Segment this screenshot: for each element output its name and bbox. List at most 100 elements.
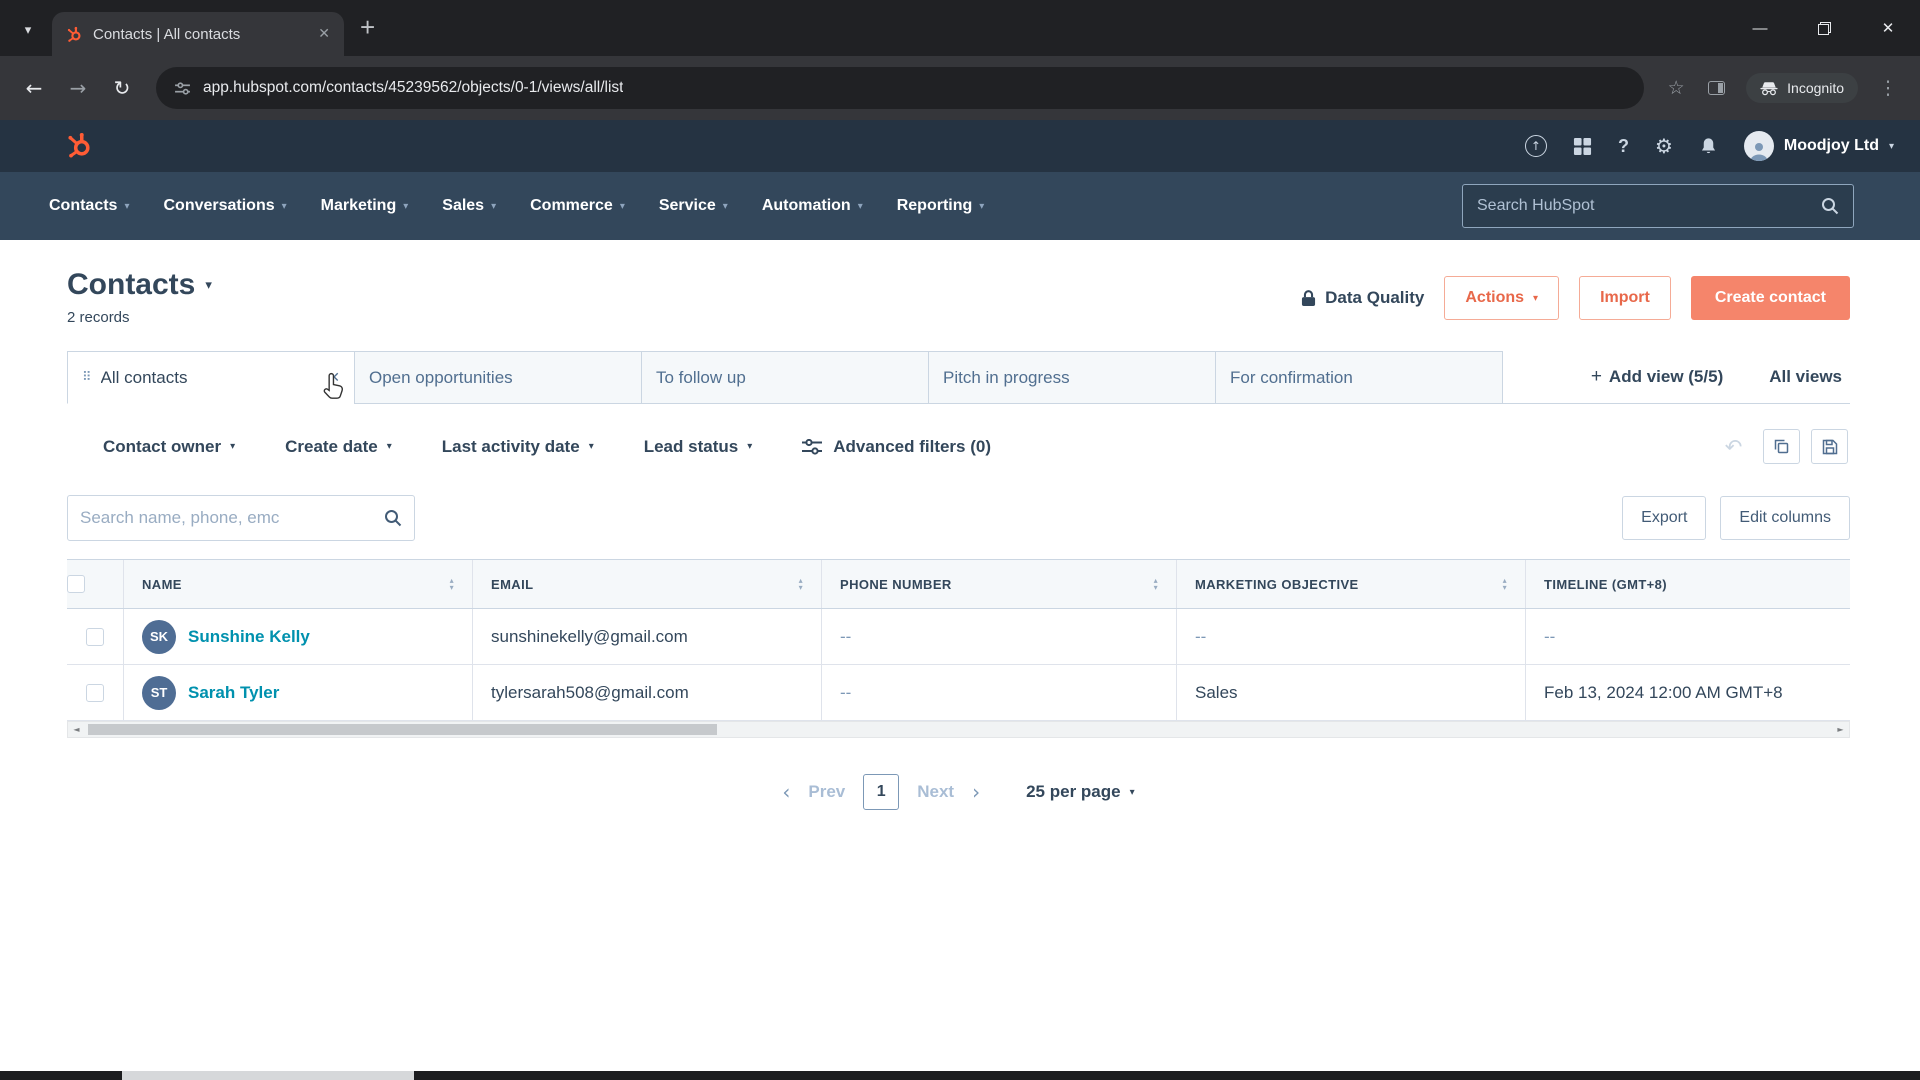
column-header-name[interactable]: NAME ▴ ▾: [123, 560, 472, 608]
filter-label: Last activity date: [441, 436, 580, 456]
browser-tab[interactable]: Contacts | All contacts ✕: [52, 12, 344, 56]
minimize-icon[interactable]: —: [1728, 0, 1792, 56]
nav-item-conversations[interactable]: Conversations ▾: [146, 197, 303, 215]
current-page[interactable]: 1: [863, 774, 900, 810]
contact-search[interactable]: [67, 495, 415, 541]
per-page-dropdown[interactable]: 25 per page ▾: [1026, 782, 1135, 802]
filter-contact-owner[interactable]: Contact owner ▾: [103, 437, 235, 457]
filter-label: Lead status: [643, 436, 739, 456]
duplicate-icon[interactable]: [1763, 429, 1800, 464]
notifications-bell-icon[interactable]: [1699, 137, 1718, 156]
select-all-checkbox[interactable]: [67, 575, 85, 593]
horizontal-scrollbar[interactable]: ◄ ►: [67, 721, 1850, 738]
contact-name-link[interactable]: Sarah Tyler: [188, 683, 279, 703]
column-header-email[interactable]: EMAIL ▴ ▾: [472, 560, 821, 608]
column-label: PHONE NUMBER: [840, 576, 952, 592]
help-icon[interactable]: ?: [1618, 136, 1629, 157]
import-button[interactable]: Import: [1579, 276, 1671, 320]
chevron-down-icon: ▾: [1129, 786, 1135, 798]
nav-item-reporting[interactable]: Reporting ▾: [880, 197, 1002, 215]
next-button[interactable]: Next: [917, 782, 954, 802]
phone-cell: --: [821, 665, 1176, 720]
new-tab-icon[interactable]: +: [360, 14, 375, 40]
hubspot-logo[interactable]: [66, 132, 94, 160]
view-tab-to-follow-up[interactable]: To follow up: [641, 351, 929, 404]
settings-gear-icon[interactable]: ⚙: [1655, 134, 1673, 158]
prev-button[interactable]: Prev: [808, 782, 845, 802]
scrollbar-thumb[interactable]: [88, 724, 717, 735]
filter-last-activity-date[interactable]: Last activity date ▾: [442, 437, 594, 457]
filter-sliders-icon: [802, 438, 823, 455]
close-icon[interactable]: ✕: [1856, 0, 1920, 56]
phone-cell: --: [821, 609, 1176, 664]
nav-item-marketing[interactable]: Marketing ▾: [304, 197, 426, 215]
timeline-cell: --: [1525, 609, 1850, 664]
sort-icon[interactable]: ▴ ▾: [450, 577, 454, 592]
data-quality-link[interactable]: Data Quality: [1301, 288, 1424, 308]
scroll-right-icon[interactable]: ►: [1832, 722, 1849, 737]
marketplace-icon[interactable]: [1573, 137, 1592, 156]
reload-icon[interactable]: ↻: [102, 68, 142, 108]
row-select-cell: [67, 609, 123, 664]
tab-search-icon[interactable]: ▾: [12, 14, 44, 46]
row-checkbox[interactable]: [86, 683, 104, 702]
view-tab-all-contacts[interactable]: ⠿ All contacts ✕: [67, 351, 355, 404]
page-title-dropdown[interactable]: Contacts ▾: [67, 268, 212, 302]
scroll-left-icon[interactable]: ◄: [68, 722, 85, 737]
all-views-link[interactable]: All views: [1769, 367, 1842, 387]
undo-icon[interactable]: ↶: [1715, 429, 1752, 464]
chevron-down-icon: ▾: [747, 441, 753, 452]
bookmark-star-icon[interactable]: ☆: [1658, 70, 1694, 106]
close-view-icon[interactable]: ✕: [328, 370, 340, 386]
nav-item-service[interactable]: Service ▾: [642, 197, 745, 215]
nav-item-commerce[interactable]: Commerce ▾: [513, 197, 642, 215]
filter-create-date[interactable]: Create date ▾: [285, 437, 392, 457]
sort-icon[interactable]: ▴ ▾: [799, 577, 803, 592]
view-tab-open-opportunities[interactable]: Open opportunities: [354, 351, 642, 404]
nav-item-contacts[interactable]: Contacts ▾: [32, 197, 146, 215]
hubspot-search[interactable]: [1462, 184, 1854, 228]
sort-icon[interactable]: ▴ ▾: [1154, 577, 1158, 592]
nav-item-sales[interactable]: Sales ▾: [425, 197, 513, 215]
contact-search-input[interactable]: [80, 508, 376, 528]
browser-menu-icon[interactable]: ⋮: [1870, 70, 1906, 106]
view-tab-label: Pitch in progress: [943, 367, 1070, 387]
prev-chevron-icon[interactable]: ‹: [782, 780, 790, 804]
window-controls: — ✕: [1728, 0, 1920, 56]
upgrade-icon[interactable]: ↑: [1524, 135, 1547, 157]
next-chevron-icon[interactable]: ›: [972, 780, 980, 804]
tab-close-icon[interactable]: ✕: [318, 26, 330, 42]
edit-columns-button[interactable]: Edit columns: [1720, 496, 1850, 540]
nav-item-automation[interactable]: Automation ▾: [745, 197, 880, 215]
chevron-down-icon: ▾: [857, 200, 863, 212]
browser-titlebar: ▾ Contacts | All contacts ✕ + — ✕: [0, 0, 1920, 56]
filter-lead-status[interactable]: Lead status ▾: [644, 437, 753, 457]
add-view-button[interactable]: + Add view (5/5): [1591, 366, 1723, 388]
drag-handle-icon[interactable]: ⠿: [82, 370, 92, 385]
hubspot-search-input[interactable]: [1477, 197, 1811, 215]
save-view-icon[interactable]: [1811, 429, 1848, 464]
account-menu[interactable]: Moodjoy Ltd ▾: [1743, 131, 1894, 161]
advanced-filters-button[interactable]: Advanced filters (0): [802, 437, 991, 457]
view-tab-pitch-in-progress[interactable]: Pitch in progress: [928, 351, 1216, 404]
contact-name-link[interactable]: Sunshine Kelly: [188, 627, 310, 647]
column-header-phone[interactable]: PHONE NUMBER ▴ ▾: [821, 560, 1176, 608]
column-header-timeline[interactable]: TIMELINE (GMT+8): [1525, 560, 1850, 608]
row-checkbox[interactable]: [86, 627, 104, 646]
side-panel-icon[interactable]: [1698, 70, 1734, 106]
url-text[interactable]: app.hubspot.com/contacts/45239562/object…: [203, 79, 623, 97]
actions-button[interactable]: Actions ▾: [1444, 276, 1560, 320]
address-bar[interactable]: app.hubspot.com/contacts/45239562/object…: [156, 67, 1645, 109]
scrollbar-track[interactable]: [85, 722, 1832, 737]
screen: ▾ Contacts | All contacts ✕ + — ✕ ← → ↻ …: [0, 0, 1920, 1080]
forward-icon[interactable]: →: [58, 68, 98, 108]
column-header-marketing-objective[interactable]: MARKETING OBJECTIVE ▴ ▾: [1176, 560, 1525, 608]
site-info-icon[interactable]: [174, 80, 191, 97]
sort-icon[interactable]: ▴ ▾: [1503, 577, 1507, 592]
views-actions: + Add view (5/5) All views: [1591, 350, 1850, 403]
export-button[interactable]: Export: [1622, 496, 1707, 540]
back-icon[interactable]: ←: [14, 68, 54, 108]
create-contact-button[interactable]: Create contact: [1690, 276, 1850, 320]
restore-icon[interactable]: [1792, 0, 1856, 56]
view-tab-for-confirmation[interactable]: For confirmation: [1215, 351, 1503, 404]
